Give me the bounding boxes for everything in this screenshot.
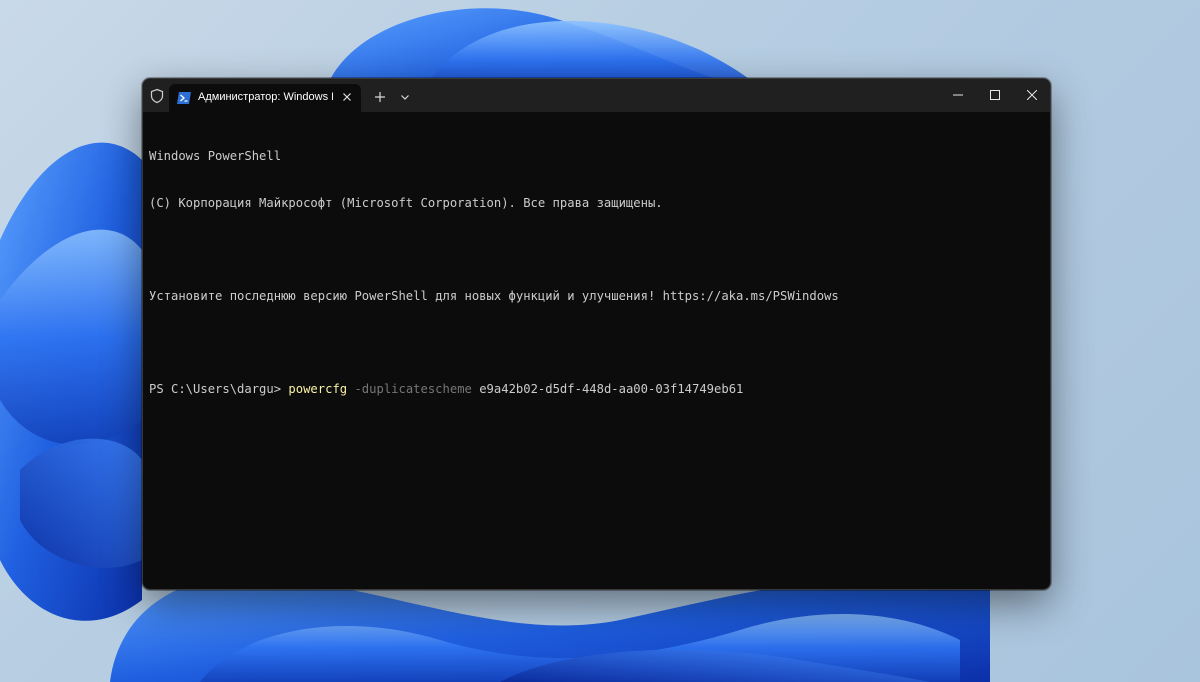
tab-title: Администратор: Windows PowerShell	[198, 91, 333, 103]
close-icon	[1027, 90, 1037, 100]
minimize-icon	[953, 94, 963, 96]
close-window-button[interactable]	[1013, 79, 1050, 112]
command-argument: e9a42b02-d5df-448d-aa00-03f14749eb61	[479, 381, 744, 396]
console-line: Windows PowerShell	[149, 149, 282, 163]
shield-icon	[150, 88, 164, 104]
terminal-window: Администратор: Windows PowerShell	[142, 78, 1051, 590]
tab-powershell[interactable]: Администратор: Windows PowerShell	[169, 84, 361, 112]
maximize-button[interactable]	[976, 79, 1014, 112]
maximize-icon	[990, 90, 1000, 100]
plus-icon[interactable]	[372, 89, 388, 105]
command-name: powercfg	[288, 381, 348, 396]
close-icon[interactable]	[339, 89, 355, 105]
minimize-button[interactable]	[939, 79, 977, 112]
console-line: (C) Корпорация Майкрософт (Microsoft Cor…	[149, 195, 663, 210]
powershell-icon	[177, 92, 191, 104]
console-output[interactable]: Windows PowerShell (C) Корпорация Майкро…	[149, 118, 1039, 428]
command-line[interactable]: PS C:\Users\dargu> powercfg -duplicatesc…	[149, 382, 1039, 398]
title-bar[interactable]: Администратор: Windows PowerShell	[143, 79, 1050, 112]
command-parameter: -duplicatescheme	[354, 381, 472, 396]
prompt: PS C:\Users\dargu>	[149, 381, 289, 396]
console-line: Установите последнюю версию PowerShell д…	[149, 288, 839, 303]
desktop: Администратор: Windows PowerShell	[0, 0, 1200, 682]
chevron-down-icon[interactable]	[398, 90, 412, 104]
